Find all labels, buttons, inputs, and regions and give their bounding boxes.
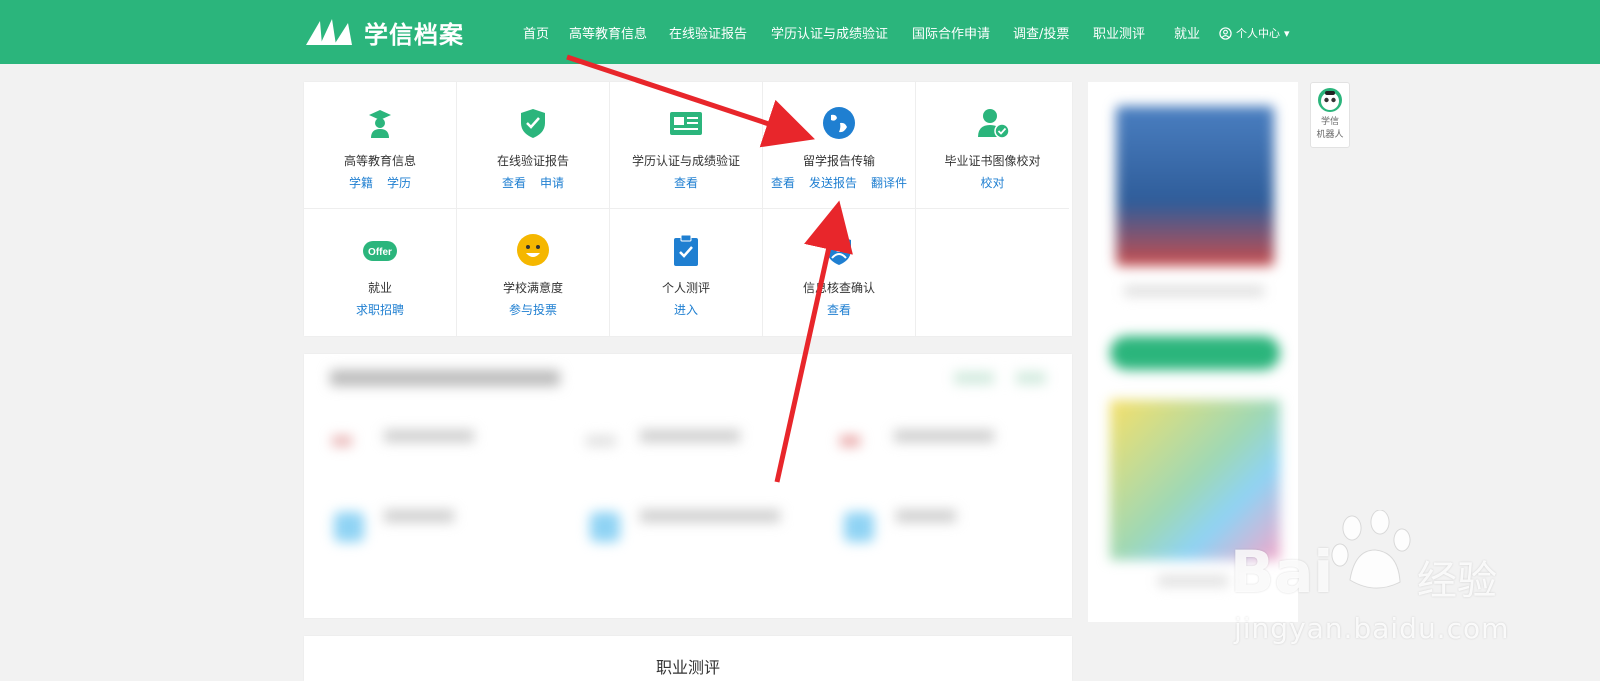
link-vote[interactable]: 参与投票: [509, 303, 557, 317]
service-title: 留学报告传输: [802, 154, 875, 168]
link-translation[interactable]: 翻译件: [871, 176, 907, 190]
service-title: 就业: [367, 281, 392, 295]
nav-career-test[interactable]: 职业测评: [1093, 23, 1145, 42]
nav-home[interactable]: 首页: [523, 23, 549, 42]
robot-avatar-icon: [1318, 88, 1342, 112]
service-title: 信息核查确认: [802, 281, 875, 295]
watermark-cn: 经验: [1417, 558, 1497, 604]
offer-icon: Offer: [363, 241, 397, 261]
link-degree[interactable]: 学历: [387, 176, 411, 190]
blurred-content: [304, 354, 1072, 618]
watermark-brand: Bai: [1230, 538, 1334, 606]
link-student-status[interactable]: 学籍: [349, 176, 373, 190]
nav-survey[interactable]: 调查/投票: [1013, 23, 1069, 42]
blurred-item: [384, 510, 454, 522]
nav-higher-education[interactable]: 高等教育信息: [569, 23, 647, 42]
blurred-item: [640, 510, 780, 522]
user-center-menu[interactable]: 个人中心 ▾: [1219, 25, 1290, 41]
robot-face-svg: [1321, 91, 1339, 110]
robot-assistant[interactable]: 学信 机器人: [1310, 82, 1350, 148]
service-higher-education[interactable]: 高等教育信息 学籍 学历: [304, 82, 457, 209]
blurred-item: [640, 430, 740, 442]
career-test-title: 职业测评: [655, 658, 720, 677]
blurred-item: [896, 510, 956, 522]
nav-international[interactable]: 国际合作申请: [912, 23, 990, 42]
service-title: 毕业证书图像校对: [944, 154, 1041, 168]
service-study-abroad-transfer[interactable]: 留学报告传输 查看 发送报告 翻译件: [763, 82, 916, 209]
offer-badge-text: Offer: [368, 247, 392, 258]
link-view[interactable]: 查看: [502, 176, 526, 190]
service-title: 个人测评: [661, 281, 710, 295]
logo-sail-icon: [306, 19, 352, 45]
link-proofread[interactable]: 校对: [980, 176, 1004, 190]
blurred-item: [840, 436, 860, 446]
sidebar-banner-image: [1116, 106, 1274, 266]
nav-online-verify[interactable]: 在线验证报告: [669, 23, 747, 42]
service-info-verification[interactable]: 信息核查确认 查看: [763, 209, 916, 336]
nav-jobs[interactable]: 就业: [1174, 23, 1200, 42]
service-jobs[interactable]: Offer 就业 求职招聘: [304, 209, 457, 336]
nav-degree-certification[interactable]: 学历认证与成绩验证: [771, 23, 888, 42]
service-title: 高等教育信息: [343, 154, 416, 168]
blurred-tag: [954, 372, 994, 384]
link-job-search[interactable]: 求职招聘: [356, 303, 404, 317]
service-degree-certification[interactable]: 学历认证与成绩验证 查看: [610, 82, 763, 209]
robot-label-line1: 学信: [1320, 117, 1339, 127]
link-view[interactable]: 查看: [771, 176, 795, 190]
sidebar-button: [1110, 336, 1280, 370]
blurred-tag: [1016, 372, 1046, 384]
robot-label-line2: 机器人: [1316, 130, 1344, 140]
paw-icon: [1331, 510, 1411, 589]
blurred-item: [590, 512, 620, 542]
user-check-icon: [977, 109, 1010, 139]
services-grid: 高等教育信息 学籍 学历 在线验证报告 查看 申请 学历认证与成绩验证 查看 留学报…: [304, 82, 1072, 336]
sidebar-caption: [1124, 286, 1264, 296]
id-card-icon: [670, 112, 702, 135]
service-title: 学校满意度: [502, 281, 563, 295]
link-send-report[interactable]: 发送报告: [809, 176, 857, 190]
blurred-item: [334, 512, 364, 542]
watermark-url: jingyan.baidu.com: [1234, 612, 1510, 645]
blurred-item: [586, 436, 616, 446]
empty-cell: [916, 209, 1069, 336]
blurred-heading: [330, 370, 560, 386]
logo-text: 学信档案: [364, 20, 464, 49]
top-navigation-bar: 学信档案 首页 高等教育信息 在线验证报告 学历认证与成绩验证 国际合作申请 调…: [0, 0, 1600, 64]
smile-icon: [517, 234, 549, 266]
link-enter[interactable]: 进入: [674, 303, 698, 317]
blurred-item: [384, 430, 474, 442]
service-title: 学历认证与成绩验证: [631, 154, 740, 168]
logo[interactable]: 学信档案: [304, 16, 464, 49]
career-test-panel: 职业测评: [304, 636, 1072, 681]
clipboard-icon: [674, 234, 698, 266]
globe-icon: [823, 107, 855, 139]
blurred-item: [332, 436, 352, 446]
user-circle-icon: [1219, 26, 1232, 40]
blurred-content-panel: [304, 354, 1072, 618]
blurred-item: [894, 430, 994, 442]
shield-check-icon: [521, 109, 545, 138]
service-personal-assessment[interactable]: 个人测评 进入: [610, 209, 763, 336]
service-school-satisfaction[interactable]: 学校满意度 参与投票: [457, 209, 610, 336]
link-view[interactable]: 查看: [827, 303, 851, 317]
blurred-item: [844, 512, 874, 542]
sidebar-ad-caption: [1158, 576, 1228, 586]
service-title: 在线验证报告: [496, 154, 569, 168]
sidebar-ad-image: [1110, 400, 1280, 560]
service-online-verify[interactable]: 在线验证报告 查看 申请: [457, 82, 610, 209]
user-center-label: 个人中心: [1236, 27, 1280, 40]
link-apply[interactable]: 申请: [540, 176, 564, 190]
service-diploma-image-check[interactable]: 毕业证书图像校对 校对: [916, 82, 1069, 209]
shield-user-icon: [827, 236, 851, 265]
graduate-icon: [369, 110, 391, 138]
link-view[interactable]: 查看: [674, 176, 698, 190]
chevron-down-icon: ▾: [1284, 26, 1290, 40]
